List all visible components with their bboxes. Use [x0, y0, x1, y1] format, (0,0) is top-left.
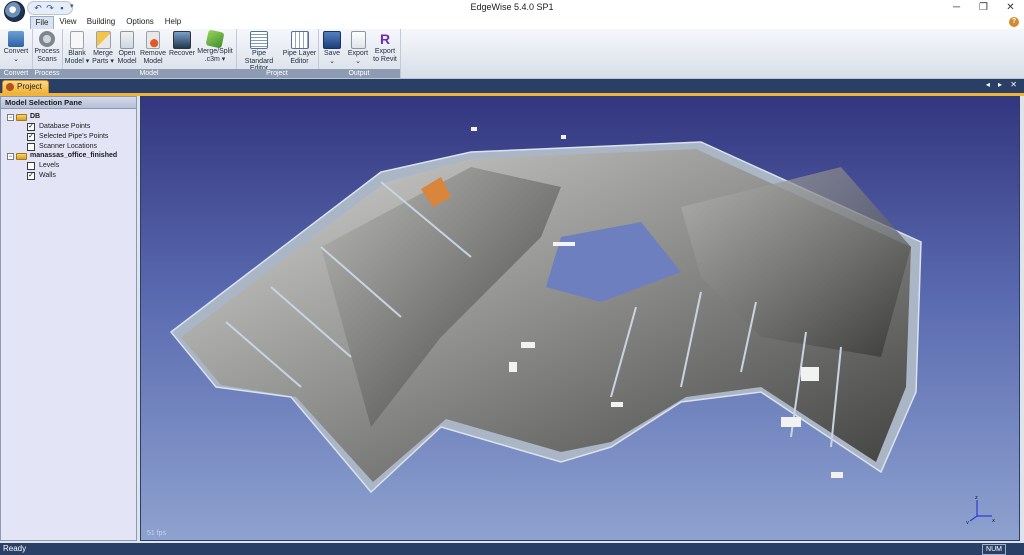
tree-item-label: Walls: [39, 172, 56, 179]
collapse-icon[interactable]: −: [7, 113, 14, 121]
folder-icon: [16, 113, 27, 121]
tab-help[interactable]: Help: [162, 16, 184, 28]
ribbon-group-label: Output: [318, 69, 400, 78]
open-model-icon: [120, 31, 134, 49]
num-lock-indicator: NUM: [982, 544, 1006, 555]
export-icon: [350, 31, 366, 49]
tree-item-database-points[interactable]: ✓ Database Points: [27, 122, 90, 132]
fps-readout: 51 fps: [147, 530, 167, 537]
ribbon-group-label: Model: [62, 69, 236, 78]
tree-node-db[interactable]: − DB: [7, 112, 40, 122]
tree-item-label: Database Points: [39, 123, 91, 130]
status-text: Ready: [3, 544, 27, 553]
save-icon: [323, 31, 341, 49]
title-bar: ↶ ↷ ▪ ▾ EdgeWise 5.4.0 SP1 ─ ❐ ✕: [0, 0, 1024, 22]
checkbox-database-points[interactable]: ✓: [27, 123, 35, 131]
tree-node-label: manassas_office_finished: [30, 152, 118, 159]
checkbox-scanner-locations[interactable]: [27, 143, 35, 151]
3d-viewport[interactable]: 51 fps x z y: [140, 96, 1020, 541]
export-to-revit-button[interactable]: R Export to Revit: [371, 31, 399, 63]
ribbon-group-process: Process Scans Process: [32, 29, 63, 78]
axis-x-label: x: [992, 518, 995, 524]
open-model-button[interactable]: Open Model: [115, 31, 139, 65]
help-icon[interactable]: ?: [1009, 17, 1019, 27]
tree-item-selected-pipes-points[interactable]: ✓ Selected Pipe's Points: [27, 132, 108, 142]
convert-icon: [8, 31, 24, 47]
close-button[interactable]: ✕: [997, 0, 1024, 15]
checkbox-walls[interactable]: ✓: [27, 172, 35, 180]
window-title: EdgeWise 5.4.0 SP1: [470, 2, 554, 12]
tab-project-label: Project: [17, 82, 42, 91]
blank-model-icon: [70, 31, 84, 49]
ribbon-group-model: Blank Model ▾ Merge Parts ▾ Open Model R…: [62, 29, 237, 78]
tab-building[interactable]: Building: [86, 16, 116, 28]
convert-button[interactable]: Convert ⌄: [2, 31, 30, 63]
app-logo-icon[interactable]: [4, 1, 25, 22]
merge-parts-button[interactable]: Merge Parts ▾: [90, 31, 116, 65]
recover-button[interactable]: Recover: [168, 31, 196, 58]
pane-title: Model Selection Pane: [1, 97, 136, 109]
tree-item-label: Levels: [39, 162, 60, 169]
remove-model-icon: [146, 31, 160, 49]
point-cloud-model: [169, 127, 922, 494]
tree-item-label: Selected Pipe's Points: [39, 133, 109, 140]
tree-item-levels[interactable]: Levels: [27, 161, 59, 171]
export-button[interactable]: Export ⌄: [345, 31, 371, 65]
ribbon-group-convert: Convert ⌄ Convert: [0, 29, 33, 78]
checkbox-selected-pipes-points[interactable]: ✓: [27, 133, 35, 141]
ribbon-tab-bar: File View Building Options Help ?: [0, 15, 1024, 29]
document-tab-bar: Project ◂ ▸ ✕: [0, 79, 1024, 93]
merge-parts-icon: [95, 31, 111, 49]
ribbon-group-project: Pipe Standard Editor Pipe Layer Editor P…: [236, 29, 319, 78]
remove-model-button[interactable]: Remove Model: [139, 31, 167, 65]
blank-model-button[interactable]: Blank Model ▾: [64, 31, 90, 65]
restore-button[interactable]: ❐: [970, 0, 997, 15]
process-scans-button[interactable]: Process Scans: [33, 31, 61, 63]
document-tab-controls[interactable]: ◂ ▸ ✕: [986, 80, 1020, 89]
tree-node-label: DB: [30, 113, 41, 120]
tab-file[interactable]: File: [30, 16, 54, 29]
project-icon: [6, 83, 14, 91]
recover-icon: [173, 31, 191, 49]
process-scans-icon: [39, 31, 55, 47]
folder-icon: [16, 152, 27, 160]
collapse-icon[interactable]: −: [7, 152, 14, 160]
tree-node-manassas-office[interactable]: − manassas_office_finished: [7, 151, 117, 161]
merge-split-icon: [205, 29, 225, 49]
minimize-button[interactable]: ─: [943, 0, 970, 15]
axis-y-label: y: [966, 520, 969, 524]
revit-icon: R: [379, 31, 391, 47]
pipe-standard-editor-button[interactable]: Pipe Standard Editor: [237, 31, 281, 73]
ribbon-group-output: Save ⌄ Export ⌄ R Export to Revit Output: [318, 29, 401, 78]
save-button[interactable]: Save ⌄: [320, 31, 344, 65]
status-bar: Ready NUM: [0, 543, 1024, 555]
merge-split-button[interactable]: Merge/Split .c3m ▾: [196, 29, 234, 63]
checkbox-levels[interactable]: [27, 162, 35, 170]
tab-options[interactable]: Options: [125, 16, 155, 28]
pipe-layer-editor-icon: [290, 31, 309, 49]
axis-z-label: z: [975, 495, 978, 501]
pipe-layer-editor-button[interactable]: Pipe Layer Editor: [282, 31, 317, 65]
tree-item-walls[interactable]: ✓ Walls: [27, 171, 56, 181]
pipe-standard-editor-icon: [250, 31, 268, 49]
tab-project[interactable]: Project: [2, 80, 49, 93]
axis-triad-icon: x z y: [966, 495, 995, 524]
window-controls: ─ ❐ ✕: [943, 0, 1024, 15]
ribbon: Convert ⌄ Convert Process Scans Process …: [0, 29, 1024, 79]
ribbon-group-label: Project: [236, 69, 318, 78]
ribbon-group-label: Process: [32, 69, 62, 78]
tab-view[interactable]: View: [58, 16, 78, 28]
model-selection-pane: Model Selection Pane − DB ✓ Database Poi…: [0, 96, 137, 541]
ribbon-group-label: Convert: [0, 69, 32, 78]
